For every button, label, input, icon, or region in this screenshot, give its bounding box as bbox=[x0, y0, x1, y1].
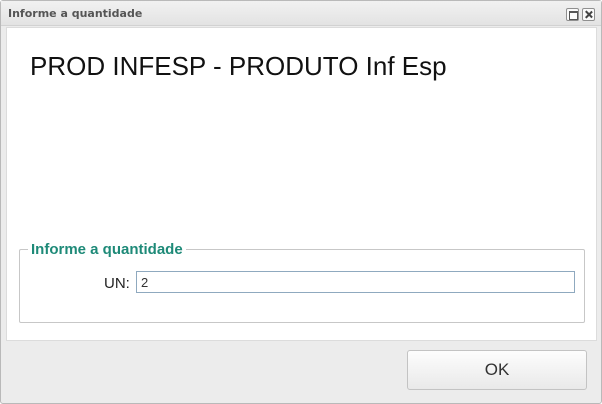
maximize-icon[interactable] bbox=[566, 8, 579, 21]
close-icon[interactable] bbox=[582, 8, 595, 21]
dialog-content: PROD INFESP - PRODUTO Inf Esp Informe a … bbox=[6, 27, 597, 341]
quantity-dialog: Informe a quantidade PROD INFESP - PRODU… bbox=[0, 0, 602, 404]
unit-label: UN: bbox=[104, 275, 130, 292]
product-name: PROD INFESP - PRODUTO Inf Esp bbox=[30, 51, 447, 81]
quantity-input[interactable] bbox=[136, 271, 575, 293]
window-title: Informe a quantidade bbox=[8, 7, 143, 20]
title-bar[interactable]: Informe a quantidade bbox=[1, 1, 601, 26]
quantity-legend: Informe a quantidade bbox=[28, 241, 186, 258]
ok-button[interactable]: OK bbox=[407, 350, 587, 390]
quantity-groupbox: Informe a quantidade UN: bbox=[19, 241, 585, 323]
